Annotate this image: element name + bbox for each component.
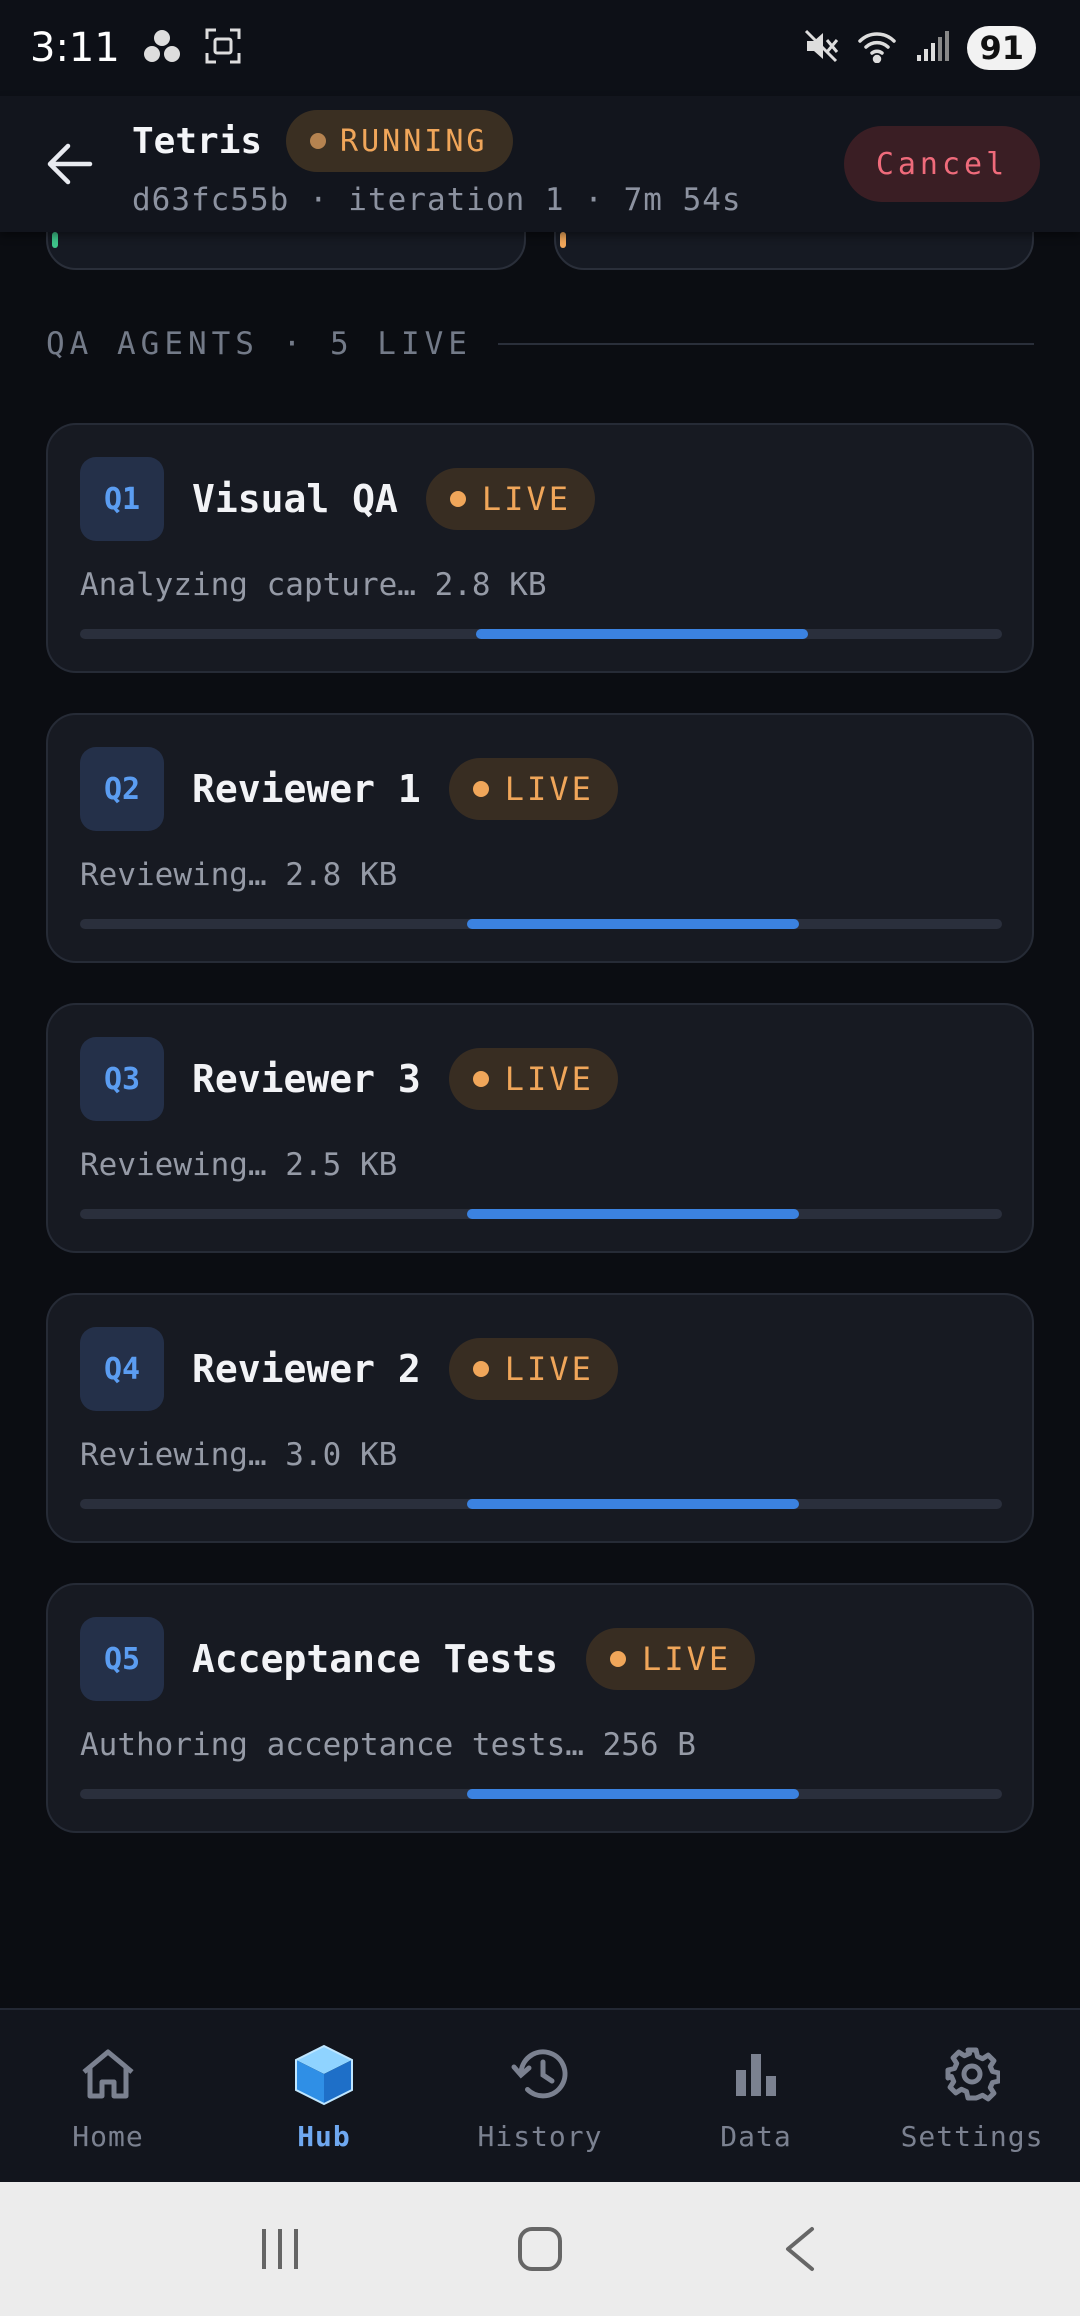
agent-progress-bar (80, 919, 1002, 929)
live-dot-icon (449, 491, 466, 507)
agent-id-badge: Q3 (80, 1037, 164, 1121)
wifi-icon (857, 29, 897, 67)
agent-id-badge: Q5 (80, 1617, 164, 1701)
agent-status-text: Reviewing… 2.8 KB (80, 857, 398, 893)
live-badge-label: LIVE (504, 770, 594, 808)
cancel-button[interactable]: Cancel (844, 126, 1040, 202)
back-button[interactable] (40, 134, 100, 194)
live-dot-icon (472, 1071, 489, 1087)
agent-id-badge: Q4 (80, 1327, 164, 1411)
screenshot-icon (204, 27, 242, 69)
agent-status-text: Reviewing… 3.0 KB (80, 1437, 398, 1473)
status-badge-label: RUNNING (340, 123, 488, 159)
agent-card[interactable]: Q3 Reviewer 3 LIVE Reviewing… 2.5 KB (46, 1003, 1034, 1253)
agent-card[interactable]: Q5 Acceptance Tests LIVE Authoring acceptan… (46, 1583, 1034, 1833)
qa-agents-section-header: QA AGENTS · 5 LIVE (46, 326, 1034, 362)
nav-label-data: Data (720, 2120, 792, 2153)
status-dot-icon (310, 133, 327, 149)
recent-apps-icon (262, 2229, 298, 2269)
cube-icon (292, 2042, 356, 2106)
live-badge-label: LIVE (504, 1060, 594, 1098)
live-badge: LIVE (586, 1628, 756, 1690)
nav-item-hub[interactable]: Hub (216, 2010, 432, 2182)
agent-status-text: Authoring acceptance tests… 256 B (80, 1727, 696, 1763)
nav-item-data[interactable]: Data (648, 2010, 864, 2182)
live-badge: LIVE (448, 758, 618, 820)
agent-status-text: Reviewing… 2.5 KB (80, 1147, 398, 1183)
section-divider (497, 343, 1034, 345)
home-circle-icon (518, 2227, 562, 2271)
run-subtitle: d63fc55b · iteration 1 · 7m 54s (132, 182, 742, 218)
recent-apps-button[interactable] (240, 2209, 320, 2289)
agent-id-badge: Q1 (80, 457, 164, 541)
arrow-left-icon (47, 143, 93, 185)
bottom-nav: Home Hub History Data Settings (0, 2008, 1080, 2182)
mute-icon (803, 28, 839, 68)
agent-name: Acceptance Tests (192, 1637, 559, 1681)
live-badge: LIVE (425, 468, 595, 530)
agent-name: Reviewer 1 (192, 767, 421, 811)
agent-progress-fill (467, 1499, 800, 1509)
agent-card[interactable]: Q4 Reviewer 2 LIVE Reviewing… 3.0 KB (46, 1293, 1034, 1543)
agent-card[interactable]: Q2 Reviewer 1 LIVE Reviewing… 2.8 KB (46, 713, 1034, 963)
agent-progress-fill (467, 1789, 800, 1799)
page-title: Tetris (132, 120, 263, 162)
nav-item-home[interactable]: Home (0, 2010, 216, 2182)
agent-name: Visual QA (192, 477, 398, 521)
system-back-button[interactable] (760, 2209, 840, 2289)
gear-icon (940, 2042, 1004, 2106)
nav-label-settings: Settings (900, 2120, 1044, 2153)
system-nav-bar (0, 2182, 1080, 2316)
nav-label-history: History (477, 2120, 603, 2153)
live-dot-icon (610, 1651, 627, 1667)
nav-item-history[interactable]: History (432, 2010, 648, 2182)
agent-name: Reviewer 2 (192, 1347, 421, 1391)
live-badge-label: LIVE (504, 1350, 594, 1388)
live-badge-label: LIVE (642, 1640, 732, 1678)
run-header: Tetris RUNNING d63fc55b · iteration 1 · … (0, 96, 1080, 232)
history-icon (508, 2042, 572, 2106)
chevron-left-icon (786, 2227, 814, 2271)
bar-chart-icon (724, 2042, 788, 2106)
agent-progress-bar (80, 1789, 1002, 1799)
agent-id-badge: Q2 (80, 747, 164, 831)
live-dot-icon (472, 1361, 489, 1377)
agent-progress-fill (467, 919, 800, 929)
agent-progress-bar (80, 1499, 1002, 1509)
signal-icon (915, 29, 950, 67)
agent-progress-bar (80, 1209, 1002, 1219)
home-system-button[interactable] (500, 2209, 580, 2289)
agent-progress-fill (467, 1209, 800, 1219)
battery-indicator: 91 (967, 26, 1036, 70)
nav-label-hub: Hub (297, 2120, 351, 2153)
section-title: QA AGENTS · 5 LIVE (46, 326, 472, 362)
agent-progress-bar (80, 629, 1002, 639)
nav-item-settings[interactable]: Settings (864, 2010, 1080, 2182)
agent-progress-fill (476, 629, 809, 639)
app-notification-icon (142, 28, 182, 68)
agent-status-text: Analyzing capture… 2.8 KB (80, 567, 547, 603)
live-dot-icon (472, 781, 489, 797)
home-icon (76, 2042, 140, 2106)
live-badge: LIVE (448, 1048, 618, 1110)
live-badge-label: LIVE (481, 480, 571, 518)
agent-card[interactable]: Q1 Visual QA LIVE Analyzing capture… 2.8 KB (46, 423, 1034, 673)
status-time: 3:11 (30, 25, 120, 71)
live-badge: LIVE (448, 1338, 618, 1400)
agent-name: Reviewer 3 (192, 1057, 421, 1101)
status-bar: 3:11 91 (0, 0, 1080, 96)
status-badge: RUNNING (286, 110, 514, 172)
nav-label-home: Home (72, 2120, 144, 2153)
